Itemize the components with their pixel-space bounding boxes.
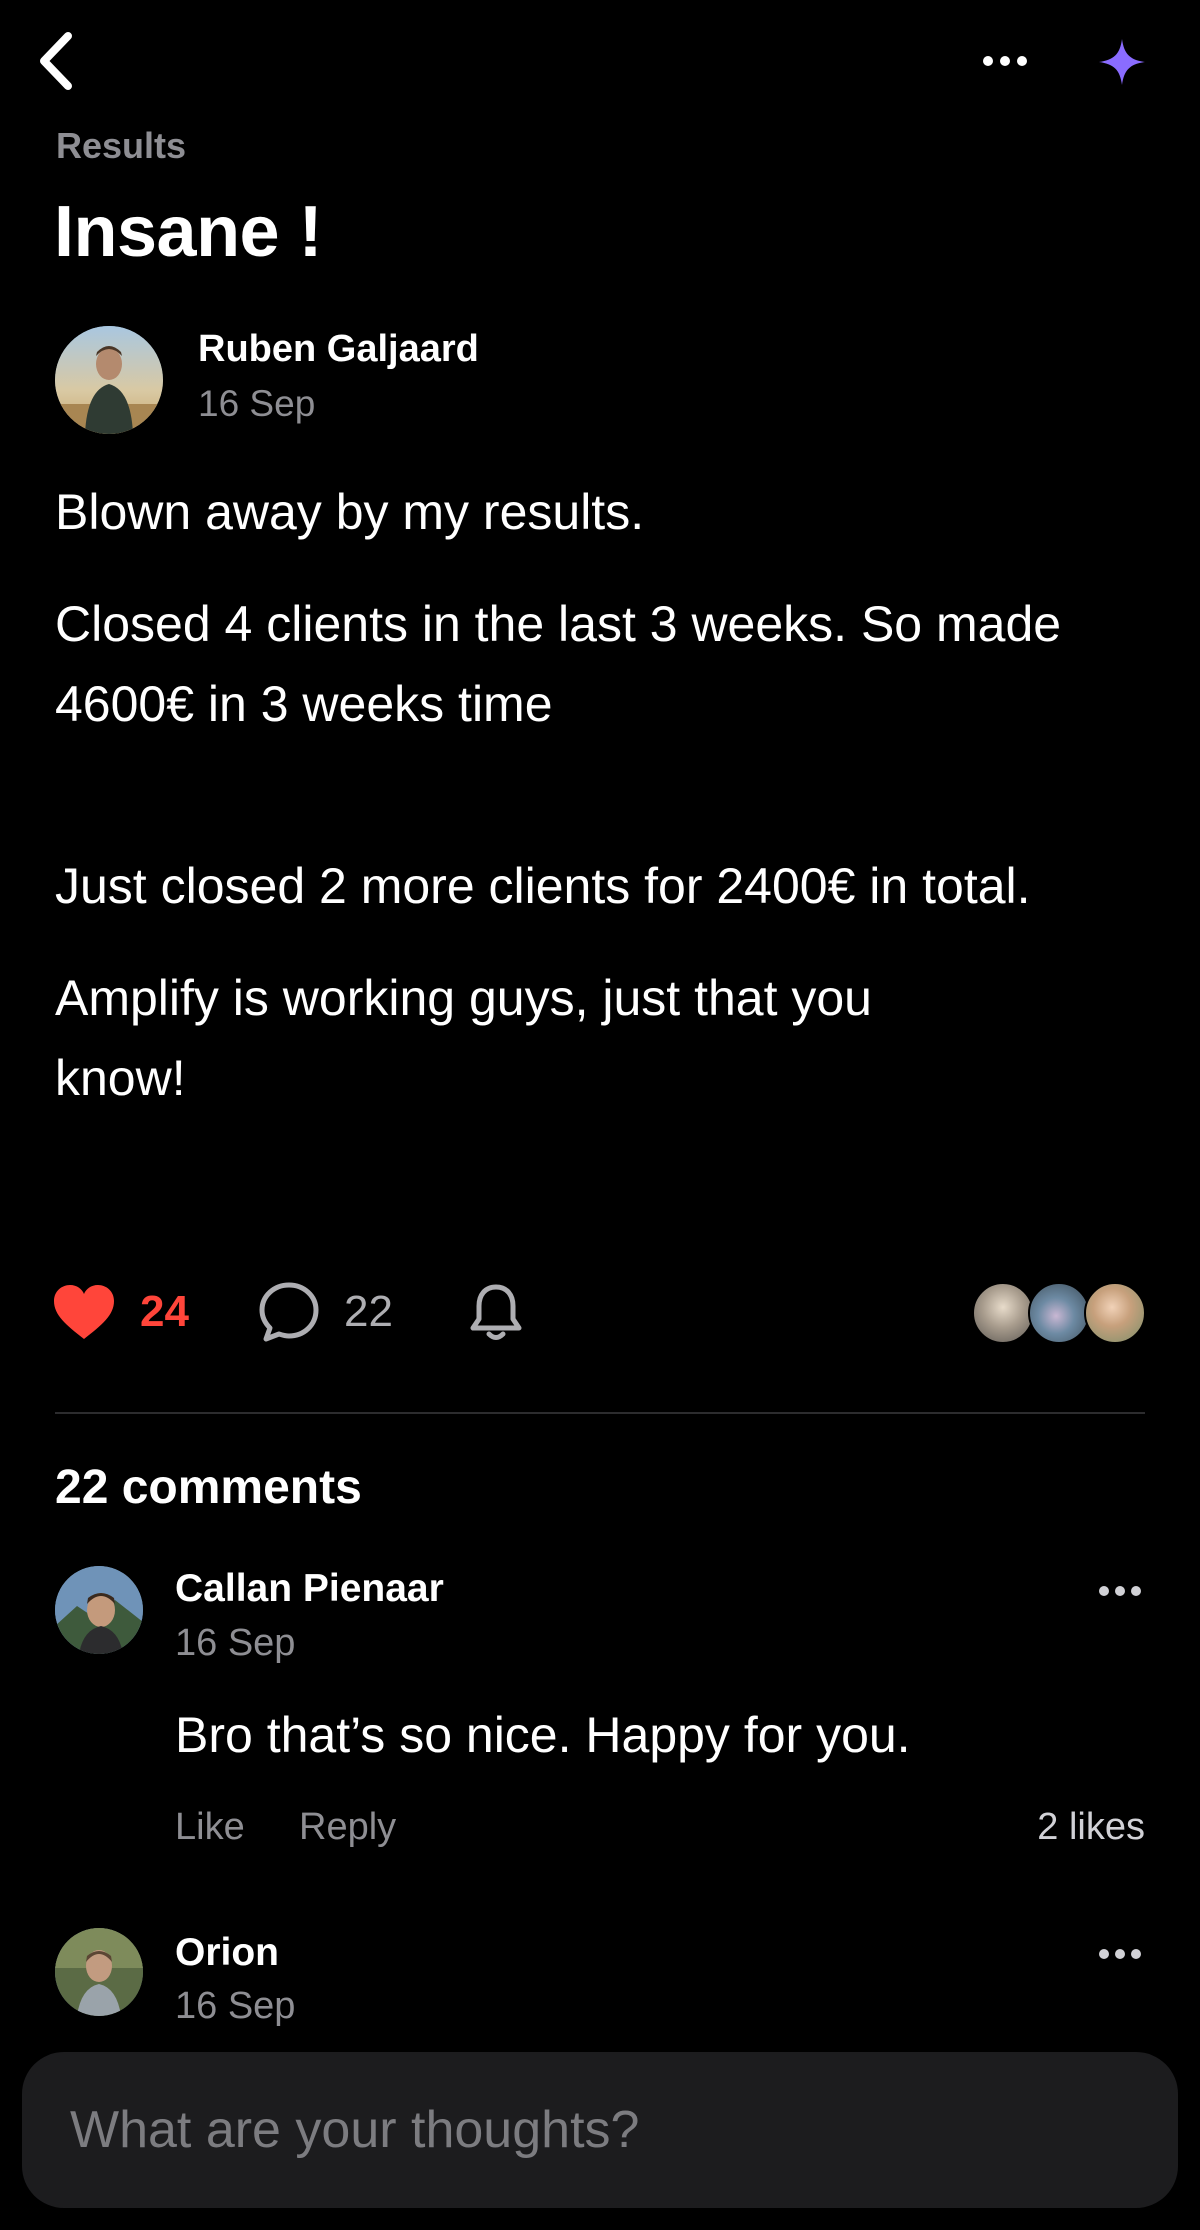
post-paragraph: Closed 4 clients in the last 3 weeks. So… bbox=[55, 596, 1062, 732]
heart-icon bbox=[54, 1285, 114, 1339]
comment-composer[interactable] bbox=[22, 2052, 1178, 2208]
post-paragraph: Blown away by my results. bbox=[55, 484, 645, 540]
ellipsis-icon bbox=[983, 56, 1027, 66]
divider bbox=[55, 1412, 1145, 1414]
ai-assistant-button[interactable] bbox=[1092, 32, 1152, 92]
comment-button[interactable]: 22 bbox=[258, 1278, 393, 1346]
notify-button[interactable] bbox=[462, 1278, 530, 1346]
ellipsis-icon bbox=[1099, 1949, 1141, 1959]
comment-input[interactable] bbox=[68, 2099, 1122, 2161]
bell-icon bbox=[470, 1284, 522, 1340]
post-paragraph: Just closed 2 more clients for 2400€ in … bbox=[55, 858, 1031, 914]
avatar bbox=[1084, 1282, 1146, 1344]
commenter-avatar[interactable] bbox=[55, 1928, 143, 2016]
comments-heading: 22 comments bbox=[55, 1461, 362, 1514]
comment-more-button[interactable] bbox=[1090, 1937, 1150, 1971]
likers-avatars[interactable] bbox=[972, 1282, 1146, 1344]
more-options-button[interactable] bbox=[975, 44, 1035, 78]
comment-like-button[interactable]: Like bbox=[175, 1804, 245, 1850]
post-category[interactable]: Results bbox=[56, 124, 186, 168]
comment-date: 16 Sep bbox=[175, 1622, 296, 1664]
back-button[interactable] bbox=[28, 28, 84, 94]
avatar bbox=[1028, 1282, 1090, 1344]
commenter-avatar[interactable] bbox=[55, 1566, 143, 1654]
post-title: Insane ! bbox=[54, 192, 323, 272]
like-button[interactable]: 24 bbox=[52, 1278, 189, 1346]
comment-date: 16 Sep bbox=[175, 1985, 296, 2027]
chevron-left-icon bbox=[40, 32, 72, 90]
comment-like-count[interactable]: 2 likes bbox=[1037, 1804, 1145, 1850]
avatar bbox=[972, 1282, 1034, 1344]
sparkle-icon bbox=[1099, 39, 1145, 85]
comment-count: 22 bbox=[344, 1287, 393, 1336]
commenter-name[interactable]: Callan Pienaar bbox=[175, 1566, 444, 1612]
ellipsis-icon bbox=[1099, 1586, 1141, 1596]
speech-bubble-icon bbox=[259, 1282, 319, 1342]
post-date: 16 Sep bbox=[198, 383, 316, 424]
author-name[interactable]: Ruben Galjaard bbox=[198, 326, 479, 372]
post-paragraph: Amplify is working guys, just that you k… bbox=[55, 970, 872, 1106]
comment-more-button[interactable] bbox=[1090, 1574, 1150, 1608]
commenter-name[interactable]: Orion bbox=[175, 1930, 279, 1976]
comment-text: Bro that’s so nice. Happy for you. bbox=[175, 1707, 911, 1763]
comment-reply-button[interactable]: Reply bbox=[299, 1804, 396, 1850]
post-body: Blown away by my results. Closed 4 clien… bbox=[55, 472, 1145, 1118]
like-count: 24 bbox=[140, 1287, 189, 1336]
author-avatar[interactable] bbox=[55, 326, 163, 434]
